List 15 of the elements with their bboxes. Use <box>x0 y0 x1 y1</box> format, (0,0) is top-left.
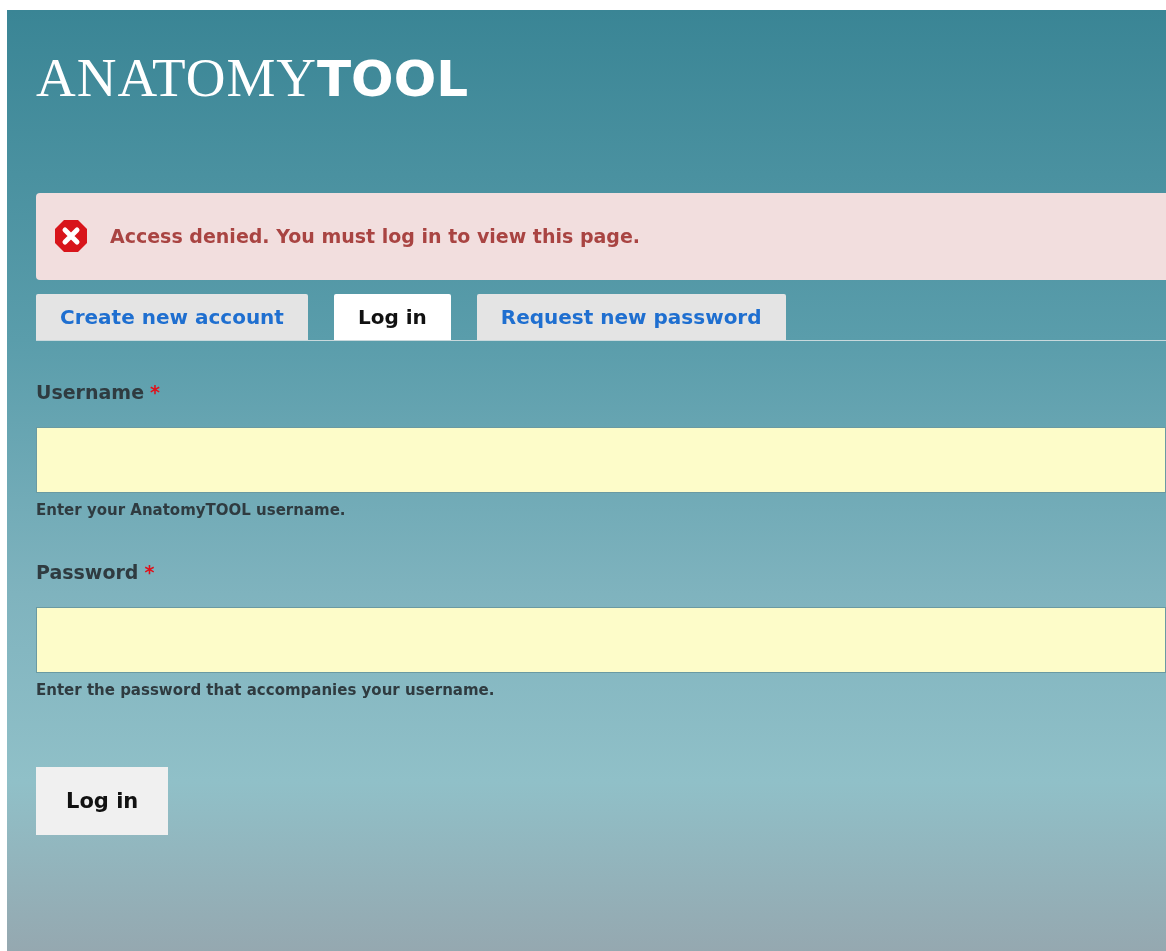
help-text: Enter the password that accompanies your username. <box>36 680 496 699</box>
tab[interactable]: Create new account <box>36 293 308 340</box>
help-text: Enter your AnatomyTOOL username. <box>36 500 347 519</box>
error-message-text: Access denied. You must log in to view this page. <box>110 225 641 247</box>
login-button[interactable]: Log in <box>36 766 169 835</box>
error-icon <box>54 219 88 253</box>
required-mark: * <box>150 380 160 403</box>
field-label: Username <box>36 380 145 403</box>
required-mark: * <box>144 560 155 583</box>
input-field[interactable] <box>36 426 1166 493</box>
tab[interactable]: Log in <box>333 293 451 340</box>
input-field[interactable] <box>36 606 1166 673</box>
site-logo[interactable]: ANATOMYTOOL <box>36 48 468 109</box>
tab[interactable]: Request new password <box>476 293 786 340</box>
field-label: Password <box>36 560 139 583</box>
